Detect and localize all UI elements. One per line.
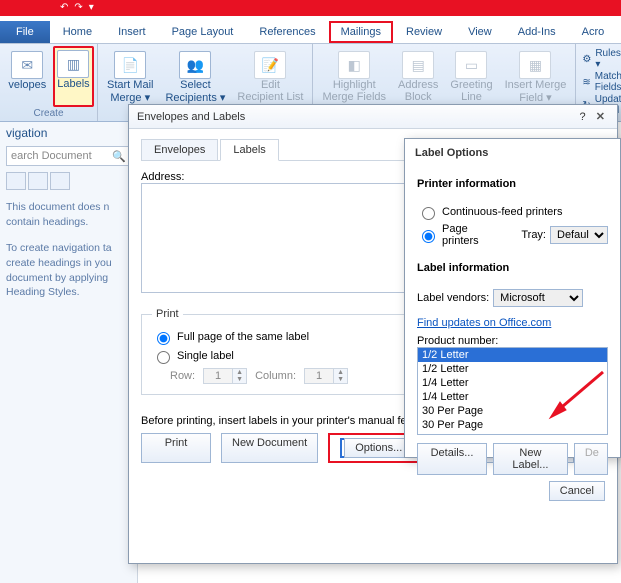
dialog-title: Envelopes and Labels (137, 111, 245, 123)
row-label: Row: (170, 370, 195, 382)
edit-rcp-label: Edit Recipient List (237, 79, 303, 103)
labels-label: Labels (57, 78, 89, 90)
product-list-item[interactable]: 1/2 Letter (418, 362, 607, 376)
tab-insert[interactable]: Insert (105, 20, 159, 43)
product-number-listbox[interactable]: 1/2 Letter1/2 Letter1/4 Letter1/4 Letter… (417, 347, 608, 435)
nav-msg-2: To create navigation ta create headings … (6, 241, 131, 300)
qat-dropdown-icon[interactable]: ▾ (89, 2, 94, 13)
highlight-label: Highlight Merge Fields (322, 79, 386, 103)
search-placeholder: earch Document (11, 150, 92, 162)
select-recipients-button[interactable]: 👥 Select Recipients ▾ (160, 46, 230, 107)
radio-continuous-input[interactable] (422, 207, 435, 220)
label-options-dialog: Label Options Printer information Contin… (404, 138, 621, 458)
product-list-item[interactable]: 30 Per Page (418, 404, 607, 418)
options-button[interactable]: Options... (344, 438, 413, 458)
search-icon: 🔍 (112, 150, 126, 163)
tab-page-layout[interactable]: Page Layout (159, 20, 247, 43)
printer-info-heading: Printer information (417, 178, 608, 190)
radio-full-label: Full page of the same label (177, 331, 309, 343)
tab-references[interactable]: References (246, 20, 328, 43)
envelope-icon: ✉ (11, 51, 43, 79)
rules-button: ⚙Rules ▾ (582, 48, 621, 70)
greeting-icon: ▭ (455, 51, 487, 79)
search-input[interactable]: earch Document 🔍 (6, 146, 131, 166)
product-list-item[interactable]: 30 Per Page (418, 418, 607, 432)
labels-button[interactable]: ▥ Labels (53, 46, 93, 107)
col-label: Column: (255, 370, 296, 382)
tab-addins[interactable]: Add-Ins (505, 20, 569, 43)
insert-merge-field-button: ▦ Insert Merge Field ▾ (500, 46, 572, 107)
nav-msg-1: This document does n contain headings. (6, 200, 131, 229)
greeting-line-button: ▭ Greeting Line (445, 46, 497, 107)
nav-tab-headings[interactable] (6, 172, 26, 190)
recipients-icon: 👥 (179, 51, 211, 79)
details-button[interactable]: Details... (417, 443, 487, 475)
edit-recipient-list-button: 📝 Edit Recipient List (232, 46, 308, 107)
tab-envelopes[interactable]: Envelopes (141, 139, 218, 160)
radio-single-input[interactable] (157, 351, 170, 364)
nav-tab-results[interactable] (50, 172, 70, 190)
product-list-item[interactable]: 1/4 Letter (418, 376, 607, 390)
start-mail-merge-button[interactable]: 📄 Start Mail Merge ▾ (102, 46, 158, 107)
radio-page-input[interactable] (422, 230, 435, 243)
vendors-label: Label vendors: (417, 292, 489, 304)
navigation-pane: vigation earch Document 🔍 This document … (0, 122, 138, 583)
help-icon[interactable]: ? (580, 111, 586, 123)
rules-icon: ⚙ (582, 54, 591, 65)
highlight-icon: ◧ (338, 51, 370, 79)
highlight-merge-button: ◧ Highlight Merge Fields (317, 46, 391, 107)
new-document-button[interactable]: New Document (221, 433, 318, 463)
group-create-label: Create (33, 107, 63, 121)
tab-file[interactable]: File (0, 21, 50, 43)
select-rcp-label: Select Recipients ▾ (165, 79, 225, 104)
print-legend: Print (152, 308, 183, 320)
radio-full-input[interactable] (157, 332, 170, 345)
find-updates-link[interactable]: Find updates on Office.com (417, 317, 608, 329)
product-list-item[interactable]: 1/4 Letter (418, 390, 607, 404)
col-input (305, 369, 333, 383)
redo-icon[interactable]: ↷ (74, 2, 82, 13)
label-options-title: Label Options (415, 147, 488, 159)
undo-icon[interactable]: ↶ (60, 2, 68, 13)
envelopes-button[interactable]: ✉ velopes (3, 46, 51, 107)
start-mm-label: Start Mail Merge ▾ (107, 79, 153, 104)
envelopes-label: velopes (8, 79, 46, 91)
address-label: Address Block (398, 79, 438, 103)
mail-merge-icon: 📄 (114, 51, 146, 79)
tray-label: Tray: (521, 229, 546, 241)
close-icon[interactable]: ✕ (592, 111, 609, 123)
nav-tab-pages[interactable] (28, 172, 48, 190)
radio-page-text: Page printers (442, 223, 507, 247)
tab-view[interactable]: View (455, 20, 505, 43)
tab-review[interactable]: Review (393, 20, 455, 43)
insertmf-icon: ▦ (519, 51, 551, 79)
address-icon: ▤ (402, 51, 434, 79)
tab-home[interactable]: Home (50, 20, 105, 43)
edit-list-icon: 📝 (254, 51, 286, 79)
greeting-label: Greeting Line (450, 79, 492, 103)
tray-select[interactable]: Default tra (550, 226, 608, 244)
new-label-button[interactable]: New Label... (493, 443, 568, 475)
nav-title: vigation (6, 126, 131, 140)
match-fields-button: ≋Match Fields (582, 71, 621, 93)
row-input (204, 369, 232, 383)
tab-labels[interactable]: Labels (220, 139, 278, 161)
radio-continuous-text: Continuous-feed printers (442, 206, 562, 218)
labels-icon: ▥ (57, 50, 89, 78)
address-block-button: ▤ Address Block (393, 46, 443, 107)
delete-button: De (574, 443, 608, 475)
radio-page-printers[interactable]: Page printers Tray: Default tra (417, 223, 608, 247)
match-icon: ≋ (582, 77, 590, 88)
tab-mailings[interactable]: Mailings (329, 21, 393, 43)
print-button[interactable]: Print (141, 433, 211, 463)
insertmf-label: Insert Merge Field ▾ (505, 79, 567, 104)
tab-acrobat[interactable]: Acro (569, 20, 618, 43)
product-number-label: Product number: (417, 335, 608, 347)
ribbon-tabs: File Home Insert Page Layout References … (0, 16, 621, 44)
radio-continuous[interactable]: Continuous-feed printers (417, 204, 608, 220)
label-info-heading: Label information (417, 262, 608, 274)
radio-single-text: Single label (177, 350, 234, 362)
product-list-item[interactable]: 1/2 Letter (418, 348, 607, 362)
vendors-select[interactable]: Microsoft (493, 289, 583, 307)
